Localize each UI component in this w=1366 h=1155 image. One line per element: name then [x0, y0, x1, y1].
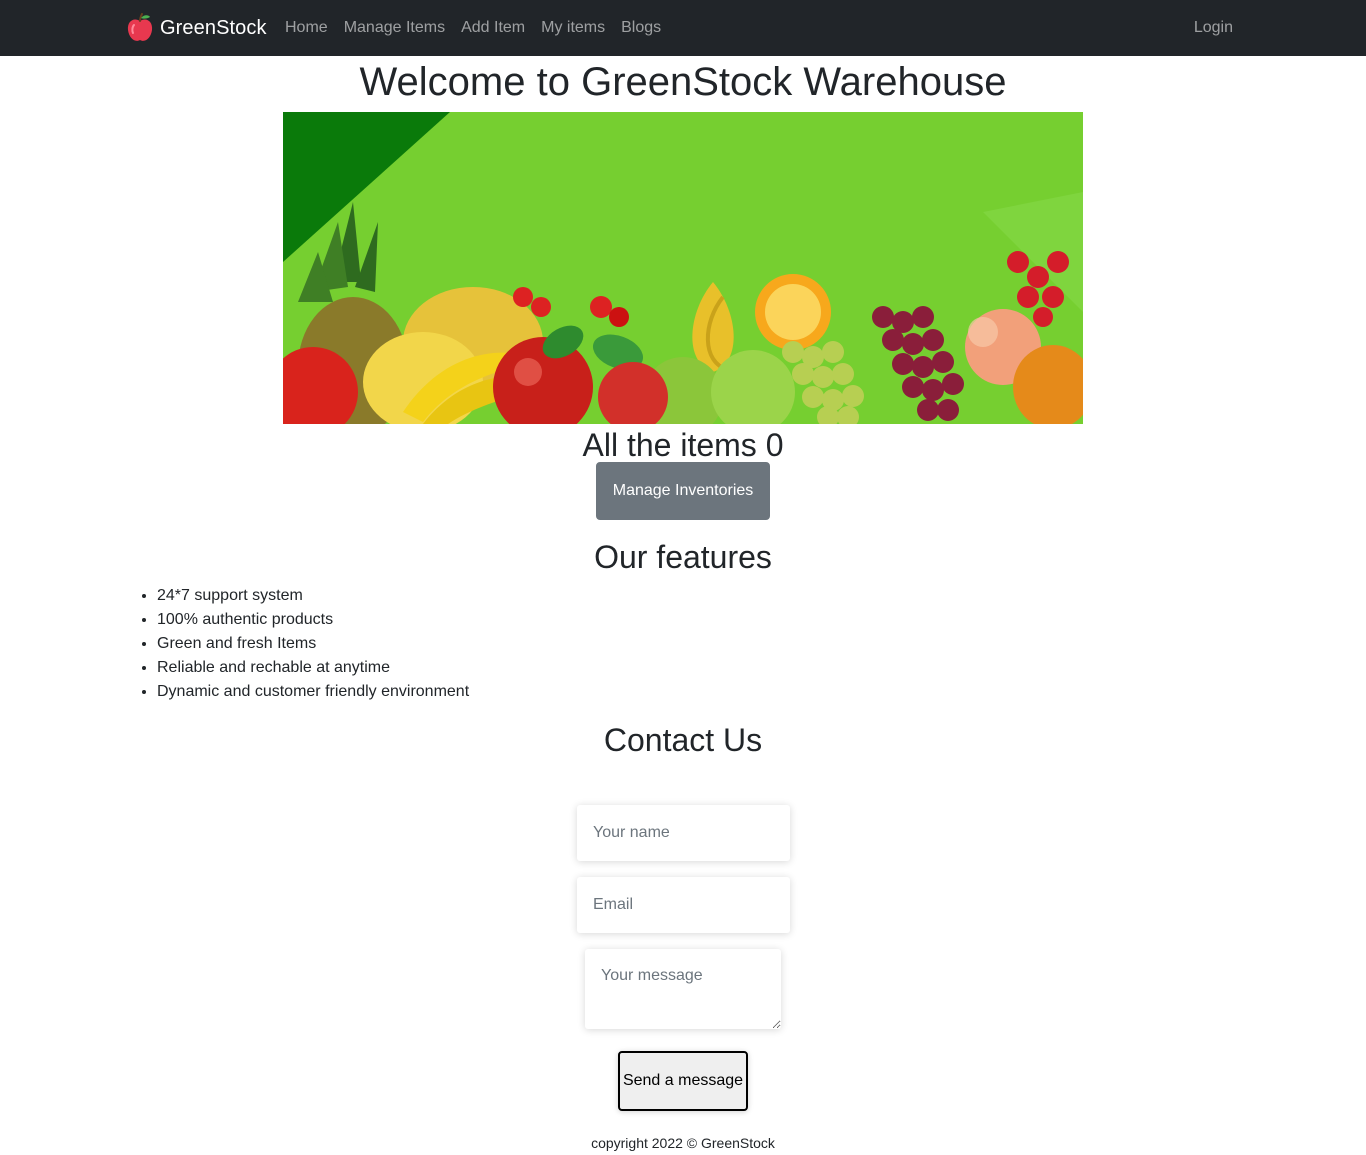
feature-item: Dynamic and customer friendly environmen…	[157, 680, 469, 704]
feature-item: Green and fresh Items	[157, 632, 469, 656]
brand[interactable]: GreenStock	[126, 12, 267, 44]
fruit-banner-graphic	[283, 112, 1083, 424]
feature-item: 24*7 support system	[157, 584, 469, 608]
email-input[interactable]	[577, 877, 790, 933]
features-list: 24*7 support system 100% authentic produ…	[157, 584, 469, 704]
nav-blogs[interactable]: Blogs	[621, 19, 661, 37]
fruit-banner-image	[283, 112, 1083, 424]
contact-title: Contact Us	[603, 722, 763, 758]
apple-logo-icon	[127, 13, 153, 41]
items-count-heading: All the items 0	[582, 427, 784, 463]
features-title: Our features	[594, 539, 772, 575]
feature-item: Reliable and rechable at anytime	[157, 656, 469, 680]
nav-login[interactable]: Login	[1194, 0, 1233, 56]
nav-links: Home Manage Items Add Item My items Blog…	[285, 0, 677, 56]
top-navbar: GreenStock Home Manage Items Add Item My…	[0, 0, 1366, 56]
name-input[interactable]	[577, 805, 790, 861]
send-message-button[interactable]: Send a message	[618, 1051, 748, 1111]
manage-inventories-button[interactable]: Manage Inventories	[596, 462, 770, 520]
nav-add-item[interactable]: Add Item	[461, 19, 525, 37]
brand-name: GreenStock	[160, 16, 267, 39]
nav-home[interactable]: Home	[285, 19, 328, 37]
nav-manage-items[interactable]: Manage Items	[344, 19, 445, 37]
message-textarea[interactable]	[585, 949, 781, 1029]
page-title: Welcome to GreenStock Warehouse	[359, 60, 1007, 104]
nav-my-items[interactable]: My items	[541, 19, 605, 37]
footer-copyright: copyright 2022 © GreenStock	[591, 1135, 775, 1151]
feature-item: 100% authentic products	[157, 608, 469, 632]
